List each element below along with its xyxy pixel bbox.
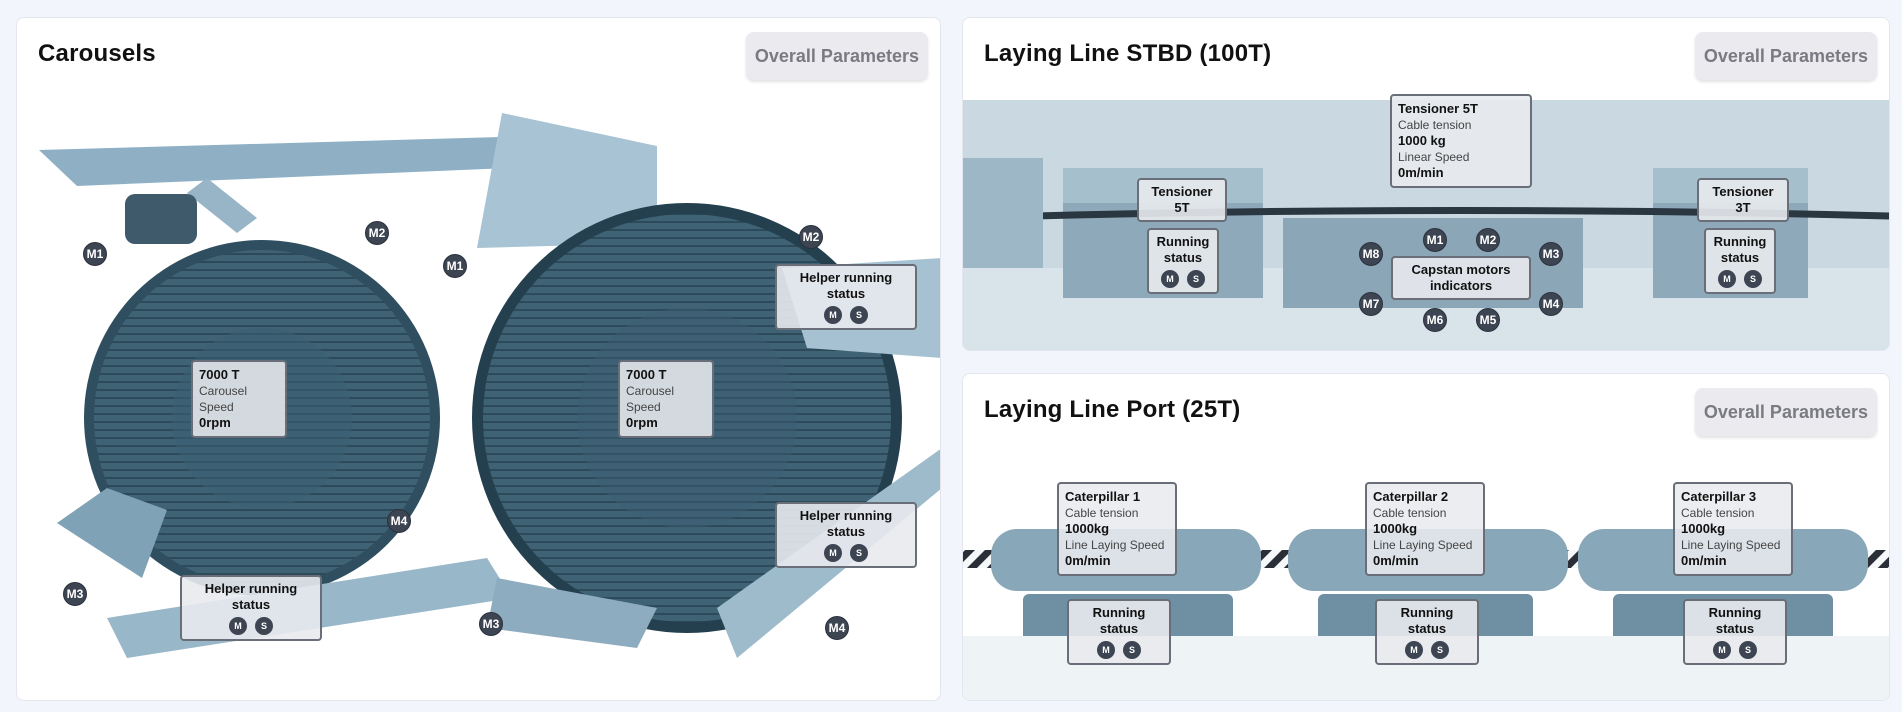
- status-indicator: S: [1744, 270, 1762, 288]
- carousels-overall-parameters-button[interactable]: Overall Parameters: [745, 32, 928, 80]
- manual-indicator: M: [1713, 641, 1731, 659]
- caterpillar-2-info[interactable]: Caterpillar 2 Cable tension 1000kg Line …: [1365, 482, 1485, 576]
- status-indicator: S: [1739, 641, 1757, 659]
- manual-indicator: M: [824, 544, 842, 562]
- status-indicator: S: [850, 544, 868, 562]
- helper-status-mid[interactable]: Helper running status MS: [775, 502, 917, 568]
- carousel-right-speed-value: 0rpm: [626, 415, 658, 430]
- helper-status-bottom-label: Helper running status: [204, 581, 298, 612]
- port-overall-parameters-button[interactable]: Overall Parameters: [1694, 388, 1877, 436]
- capstan-motor-m7[interactable]: M7: [1359, 292, 1383, 316]
- motor-badge-m4-right[interactable]: M4: [825, 616, 849, 640]
- running-status-label: Running status: [1092, 605, 1146, 636]
- motor-badge-m3-left[interactable]: M3: [63, 582, 87, 606]
- caterpillar-1-tension-label: Cable tension: [1065, 506, 1139, 520]
- carousel-left-info[interactable]: 7000 T Carousel Speed 0rpm: [191, 360, 287, 438]
- capstan-motors-indicators[interactable]: Capstan motors indicators: [1391, 256, 1531, 300]
- capstan-motor-m6[interactable]: M6: [1423, 308, 1447, 332]
- caterpillar-2-tension-label: Cable tension: [1373, 506, 1447, 520]
- manual-indicator: M: [824, 306, 842, 324]
- helper-status-bottom[interactable]: Helper running status MS: [180, 575, 322, 641]
- manual-indicator: M: [1097, 641, 1115, 659]
- tensioner-top-info[interactable]: Tensioner 5T Cable tension 1000 kg Linea…: [1390, 94, 1532, 188]
- caterpillar-1-tension-value: 1000kg: [1065, 521, 1110, 536]
- caterpillar-2-name: Caterpillar 2: [1373, 489, 1449, 504]
- motor-badge-m2-right[interactable]: M2: [799, 225, 823, 249]
- carousels-illustration: [39, 113, 940, 658]
- capstan-motor-m5[interactable]: M5: [1476, 308, 1500, 332]
- stbd-running-status-left[interactable]: Running status MS: [1147, 228, 1219, 294]
- port-title: Laying Line Port (25T): [984, 396, 1241, 423]
- motor-badge-m3-right[interactable]: M3: [479, 612, 503, 636]
- manual-indicator: M: [1718, 270, 1736, 288]
- carousel-right-speed-label: Carousel Speed: [626, 384, 675, 414]
- status-indicator: S: [1123, 641, 1141, 659]
- tensioner-top-speed-value: 0m/min: [1398, 165, 1444, 180]
- running-status-label: Running status: [1156, 234, 1210, 265]
- tensioner-top-speed-label: Linear Speed: [1398, 150, 1470, 164]
- stbd-title: Laying Line STBD (100T): [984, 40, 1272, 67]
- status-indicator: S: [255, 617, 273, 635]
- carousel-left-name: 7000 T: [199, 367, 240, 382]
- caterpillar-2-tension-value: 1000kg: [1373, 521, 1418, 536]
- carousels-panel: Carousels Overall Parameters M1 M2 M1 M2…: [16, 17, 941, 701]
- capstan-motor-m8[interactable]: M8: [1359, 242, 1383, 266]
- capstan-label: Capstan motors indicators: [1411, 262, 1511, 293]
- tensioner-left-label: Tensioner 5T: [1151, 184, 1213, 215]
- motor-badge-m1-right[interactable]: M1: [443, 254, 467, 278]
- tensioner-left-label-box[interactable]: Tensioner 5T: [1137, 178, 1227, 222]
- manual-indicator: M: [1405, 641, 1423, 659]
- tensioner-top-tension-label: Cable tension: [1398, 118, 1472, 132]
- helper-status-mid-label: Helper running status: [799, 508, 893, 539]
- caterpillar-3-tension-label: Cable tension: [1681, 506, 1755, 520]
- status-indicator: S: [1187, 270, 1205, 288]
- caterpillar-1-speed-value: 0m/min: [1065, 553, 1111, 568]
- tensioner-right-label: Tensioner 3T: [1712, 184, 1774, 215]
- laying-line-port-panel: Laying Line Port (25T) Overall Parameter…: [962, 373, 1890, 701]
- carousel-left-speed-label: Carousel Speed: [199, 384, 248, 414]
- caterpillar-2-speed-value: 0m/min: [1373, 553, 1419, 568]
- running-status-label: Running status: [1400, 605, 1454, 636]
- caterpillar-1-name: Caterpillar 1: [1065, 489, 1141, 504]
- caterpillar-1-speed-label: Line Laying Speed: [1065, 538, 1165, 552]
- caterpillar-3-info[interactable]: Caterpillar 3 Cable tension 1000kg Line …: [1673, 482, 1793, 576]
- caterpillar-3-tension-value: 1000kg: [1681, 521, 1726, 536]
- capstan-motor-m2[interactable]: M2: [1476, 228, 1500, 252]
- laying-line-stbd-panel: Laying Line STBD (100T) Overall Paramete…: [962, 17, 1890, 351]
- manual-indicator: M: [1161, 270, 1179, 288]
- status-indicator: S: [850, 306, 868, 324]
- capstan-motor-m4[interactable]: M4: [1539, 292, 1563, 316]
- running-status-label: Running status: [1713, 234, 1767, 265]
- caterpillar-2-running-status[interactable]: Running status MS: [1375, 599, 1479, 665]
- stbd-running-status-right[interactable]: Running status MS: [1704, 228, 1776, 294]
- helper-status-top-label: Helper running status: [799, 270, 893, 301]
- carousel-left-speed-value: 0rpm: [199, 415, 231, 430]
- motor-badge-m2-left[interactable]: M2: [365, 221, 389, 245]
- carousels-title: Carousels: [38, 40, 156, 67]
- tensioner-top-name: Tensioner 5T: [1398, 101, 1478, 116]
- helper-status-top[interactable]: Helper running status MS: [775, 264, 917, 330]
- capstan-motor-m3[interactable]: M3: [1539, 242, 1563, 266]
- caterpillar-1-running-status[interactable]: Running status MS: [1067, 599, 1171, 665]
- caterpillar-3-running-status[interactable]: Running status MS: [1683, 599, 1787, 665]
- caterpillar-3-name: Caterpillar 3: [1681, 489, 1757, 504]
- caterpillar-2-speed-label: Line Laying Speed: [1373, 538, 1473, 552]
- manual-indicator: M: [229, 617, 247, 635]
- capstan-motor-m1[interactable]: M1: [1423, 228, 1447, 252]
- stbd-overall-parameters-button[interactable]: Overall Parameters: [1694, 32, 1877, 80]
- motor-badge-m1-left[interactable]: M1: [83, 242, 107, 266]
- carousel-right-name: 7000 T: [626, 367, 667, 382]
- tensioner-top-tension-value: 1000 kg: [1398, 133, 1446, 148]
- running-status-label: Running status: [1708, 605, 1762, 636]
- caterpillar-1-info[interactable]: Caterpillar 1 Cable tension 1000kg Line …: [1057, 482, 1177, 576]
- carousel-right-info[interactable]: 7000 T Carousel Speed 0rpm: [618, 360, 714, 438]
- caterpillar-3-speed-value: 0m/min: [1681, 553, 1727, 568]
- caterpillar-3-speed-label: Line Laying Speed: [1681, 538, 1781, 552]
- tensioner-right-label-box[interactable]: Tensioner 3T: [1697, 178, 1789, 222]
- status-indicator: S: [1431, 641, 1449, 659]
- motor-badge-m4-left[interactable]: M4: [387, 509, 411, 533]
